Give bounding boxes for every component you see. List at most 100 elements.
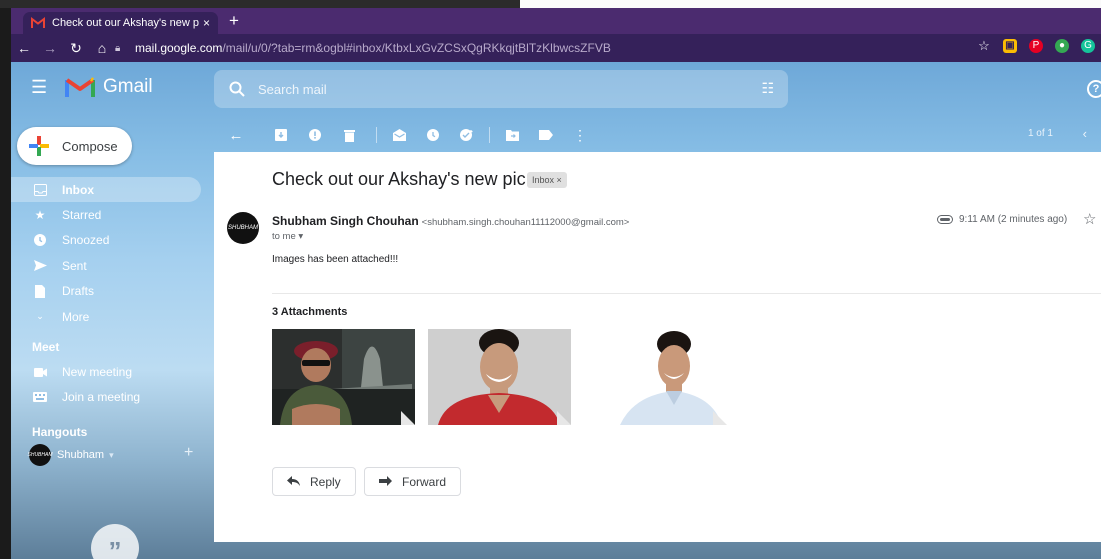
extension-tab-icon[interactable]: ▣ [1003, 39, 1017, 53]
grammarly-extension-icon[interactable]: G [1081, 39, 1095, 53]
sidebar-nav: Inbox ★ Starred Snoozed Sent Drafts ⌄ Mo… [11, 177, 211, 467]
gmail-logo-text: Gmail [103, 76, 153, 97]
draft-icon [33, 284, 47, 298]
gmail-app: ☰ Gmail ☷ ? Compose [11, 62, 1101, 559]
keyboard-icon [33, 390, 47, 404]
clock-icon [33, 233, 47, 247]
forward-icon[interactable]: → [37, 40, 63, 56]
add-to-tasks-icon[interactable] [460, 128, 474, 142]
url-path: /mail/u/0/?tab=rm&ogbl#inbox/KtbxLxGvZCS… [222, 41, 611, 55]
star-icon[interactable]: ☆ [1083, 210, 1096, 228]
mark-unread-icon[interactable] [392, 128, 406, 142]
label-icon[interactable] [539, 128, 553, 142]
pagination-count: 1 of 1 [1027, 128, 1053, 139]
gmail-m-icon [65, 77, 95, 97]
message-body: Images has been attached!!! [272, 254, 399, 265]
back-icon[interactable]: ← [11, 40, 37, 56]
attachment-thumbnail[interactable] [584, 329, 727, 425]
sender-avatar[interactable]: SHUBHAM [227, 212, 259, 244]
desktop-background-light [520, 0, 1101, 8]
browser-tab-bar: Check out our Akshay's new pic × + [11, 8, 1101, 34]
sidebar-item-label: Snoozed [62, 233, 110, 248]
attachment-thumbnail[interactable] [428, 329, 571, 425]
sidebar-item-label: Join a meeting [62, 390, 141, 405]
more-options-icon[interactable]: ⋮ [573, 127, 587, 143]
sidebar-item-sent[interactable]: Sent [11, 253, 211, 278]
message-subject: Check out our Akshay's new pic [272, 169, 526, 189]
user-extension-icon[interactable]: ● [1055, 39, 1069, 53]
search-bar[interactable]: ☷ [214, 70, 788, 108]
sidebar-item-new-meeting[interactable]: New meeting [11, 359, 211, 384]
message-timestamp: 9:11 AM (2 minutes ago) [959, 214, 1068, 225]
sidebar-item-label: Starred [62, 208, 102, 223]
move-to-icon[interactable] [505, 128, 519, 142]
main-menu-icon[interactable]: ☰ [31, 78, 49, 96]
report-spam-icon[interactable] [308, 128, 322, 142]
reply-label: Reply [310, 474, 341, 489]
help-icon[interactable]: ? [1087, 80, 1101, 98]
attachment-image [584, 329, 727, 425]
browser-tab[interactable]: Check out our Akshay's new pic × [23, 12, 218, 34]
inbox-icon [33, 183, 47, 197]
sender-info: Shubham Singh Chouhan <shubham.singh.chou… [272, 214, 629, 228]
meet-section-title: Meet [32, 340, 60, 355]
sidebar-item-join-meeting[interactable]: Join a meeting [11, 385, 211, 410]
thumbnail-corner-fold [713, 411, 727, 425]
message-pane: Check out our Akshay's new pic Inbox × S… [214, 152, 1101, 542]
sidebar-item-inbox[interactable]: Inbox [11, 177, 201, 203]
url-host: mail.google.com [135, 41, 223, 55]
attachment-thumbnail[interactable] [272, 329, 415, 425]
reply-icon [287, 475, 300, 489]
search-icon[interactable] [228, 80, 246, 98]
reply-button[interactable]: Reply [272, 467, 356, 496]
message-time: 9:11 AM (2 minutes ago) [937, 214, 1067, 225]
compose-label: Compose [62, 138, 118, 154]
delete-icon[interactable] [342, 128, 356, 142]
toolbar-divider [376, 127, 377, 143]
hangouts-user[interactable]: SHUBHAM Shubham ▾ + [11, 444, 211, 467]
sidebar-item-starred[interactable]: ★ Starred [11, 202, 211, 227]
pinterest-extension-icon[interactable]: P [1029, 39, 1043, 53]
thumbnail-corner-fold [401, 411, 415, 425]
snooze-icon[interactable] [426, 128, 440, 142]
forward-button[interactable]: Forward [364, 467, 462, 496]
star-icon: ★ [34, 208, 46, 223]
search-options-icon[interactable]: ☷ [761, 80, 774, 97]
inbox-label-chip[interactable]: Inbox × [527, 172, 567, 188]
home-icon[interactable]: ⌂ [89, 40, 115, 56]
search-input[interactable] [258, 81, 728, 97]
desktop-background [0, 0, 520, 8]
gmail-header: ☰ Gmail ☷ ? [11, 62, 1101, 118]
sidebar-item-drafts[interactable]: Drafts [11, 279, 211, 304]
send-icon [33, 259, 47, 273]
chevron-down-icon: ⌄ [36, 311, 44, 322]
sidebar-item-snoozed[interactable]: Snoozed [11, 228, 211, 253]
forward-label: Forward [402, 474, 447, 489]
forward-icon [379, 475, 392, 489]
recipient-details[interactable]: to me ▾ [272, 231, 303, 242]
reload-icon[interactable]: ↻ [63, 40, 89, 57]
compose-button[interactable]: Compose [17, 127, 132, 165]
new-tab-button[interactable]: + [229, 11, 239, 31]
attachments-title: 3 Attachments [272, 306, 348, 318]
sidebar-item-label: New meeting [62, 365, 133, 380]
attachment-image [272, 329, 415, 425]
tab-close-icon[interactable]: × [203, 16, 210, 30]
gmail-logo[interactable]: Gmail [65, 76, 153, 98]
archive-icon[interactable] [274, 128, 288, 142]
gmail-favicon-icon [31, 17, 45, 28]
sender-name[interactable]: Shubham Singh Chouhan [272, 214, 419, 228]
attachment-icon [937, 215, 953, 224]
back-to-inbox-icon[interactable]: ← [229, 127, 244, 144]
add-hangout-icon[interactable]: + [184, 444, 193, 462]
sidebar-item-more[interactable]: ⌄ More [11, 304, 211, 329]
chevron-down-icon[interactable]: ▾ [109, 450, 114, 461]
url-input[interactable]: 🔒︎ mail.google.com/mail/u/0/?tab=rm&ogbl… [115, 38, 970, 58]
lock-icon: 🔒︎ [115, 42, 121, 54]
thumbnail-corner-fold [557, 411, 571, 425]
hangouts-quote-icon[interactable]: ” [91, 524, 139, 559]
bookmark-star-icon[interactable]: ☆ [977, 39, 991, 53]
sidebar-item-label: Sent [62, 258, 87, 273]
sender-email: <shubham.singh.chouhan11112000@gmail.com… [421, 217, 630, 228]
chevron-left-icon[interactable]: ‹ [1083, 126, 1087, 141]
